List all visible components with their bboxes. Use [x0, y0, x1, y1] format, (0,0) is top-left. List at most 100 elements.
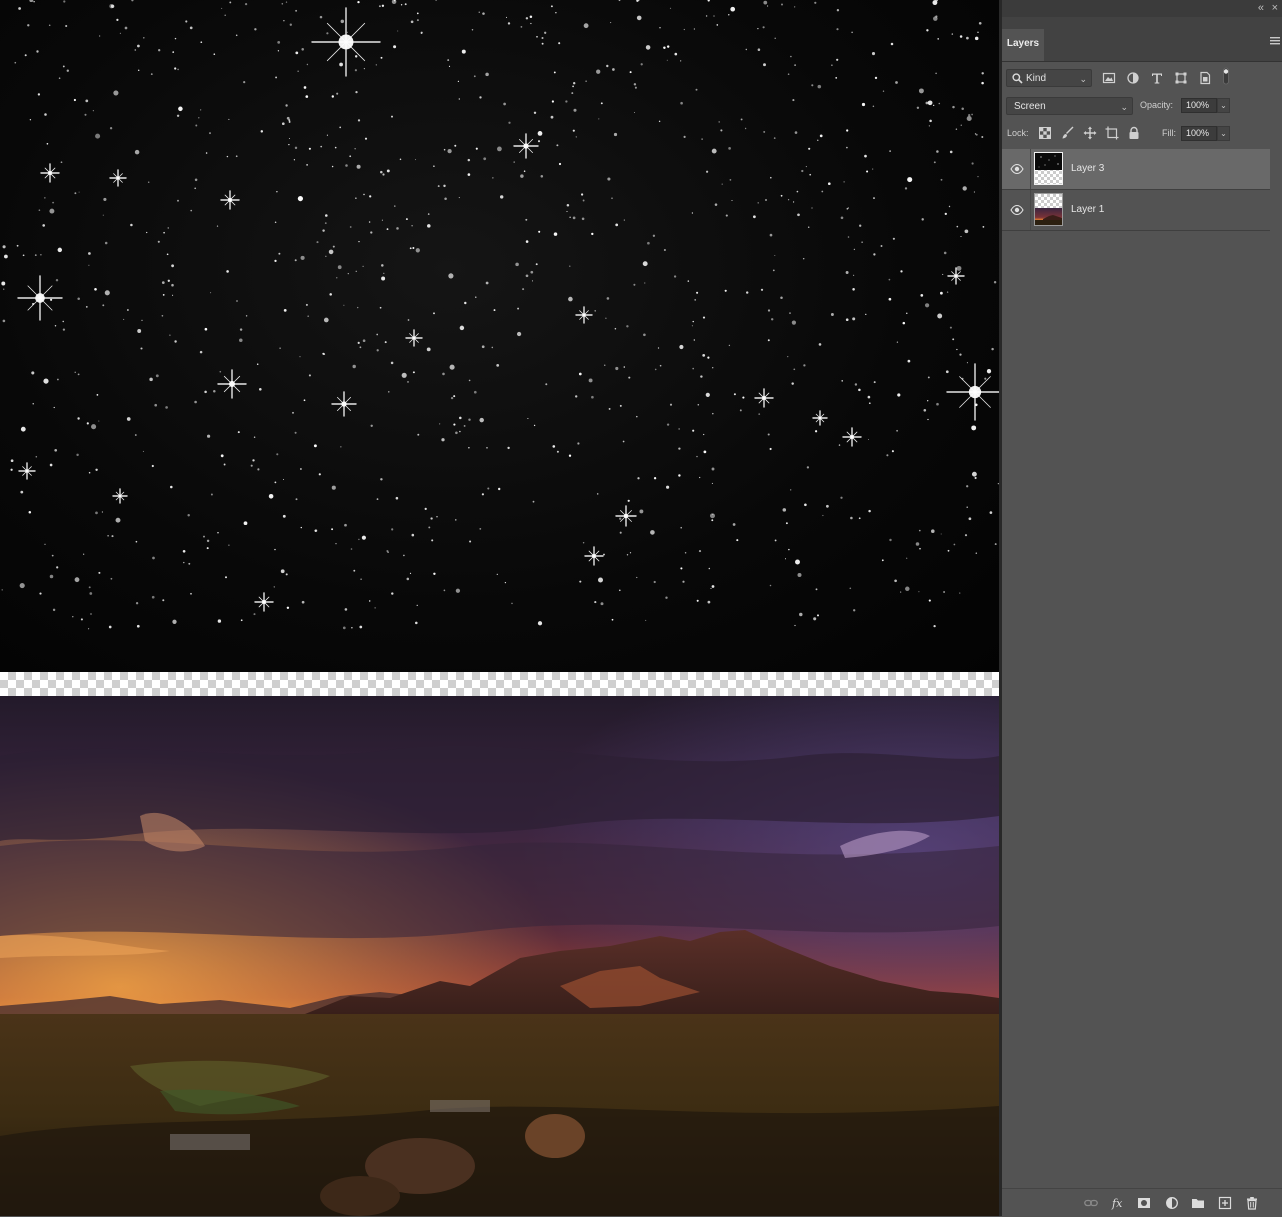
star: [529, 15, 533, 19]
star: [182, 549, 186, 553]
star: [204, 327, 208, 331]
star: [792, 99, 795, 102]
star: [295, 51, 299, 55]
star: [728, 344, 731, 347]
star: [861, 241, 863, 243]
star: [836, 9, 840, 12]
layer-row-layer-1[interactable]: Layer 1: [1002, 190, 1270, 231]
smart-object-filter-icon[interactable]: [1198, 71, 1212, 85]
star: [166, 253, 169, 256]
star: [274, 259, 277, 263]
star: [580, 193, 584, 196]
layer-row-layer-3[interactable]: Layer 3: [1002, 149, 1270, 190]
star: [285, 573, 288, 576]
star: [569, 265, 571, 267]
star: [873, 381, 876, 384]
star: [711, 148, 717, 154]
star: [859, 224, 862, 227]
eye-icon[interactable]: [1010, 163, 1024, 175]
delete-layer-icon[interactable]: [1245, 1196, 1259, 1210]
type-layer-filter-icon[interactable]: [1150, 71, 1164, 85]
star: [189, 26, 193, 30]
star: [66, 69, 69, 72]
star: [791, 382, 794, 385]
lock-all-icon[interactable]: [1127, 126, 1141, 140]
star: [971, 113, 973, 116]
star: [382, 173, 385, 176]
star: [692, 429, 695, 432]
star: [608, 407, 611, 410]
layer-name[interactable]: Layer 1: [1071, 204, 1104, 215]
star: [989, 511, 993, 514]
add-layer-style-icon[interactable]: fx: [1111, 1196, 1125, 1210]
shape-layer-filter-icon[interactable]: [1174, 71, 1188, 85]
star: [306, 63, 309, 66]
star: [362, 339, 366, 343]
star: [172, 294, 174, 296]
star: [868, 402, 871, 405]
link-layers-icon[interactable]: [1084, 1196, 1098, 1210]
adjustment-layer-filter-icon[interactable]: [1126, 71, 1140, 85]
lock-transparent-pixels-icon[interactable]: [1038, 126, 1052, 140]
new-adjustment-layer-icon[interactable]: [1165, 1196, 1179, 1210]
tab-layers[interactable]: Layers: [1002, 29, 1044, 61]
star: [907, 177, 913, 183]
star: [978, 21, 982, 25]
blend-mode-dropdown[interactable]: Screen ⌄: [1006, 97, 1133, 115]
star: [424, 507, 427, 511]
lock-position-icon[interactable]: [1083, 126, 1097, 140]
star: [203, 535, 205, 538]
star: [598, 577, 603, 583]
close-icon[interactable]: ×: [1272, 2, 1278, 14]
eye-icon[interactable]: [1010, 204, 1024, 216]
fill-input[interactable]: 100%: [1181, 126, 1217, 141]
star: [821, 190, 824, 193]
star: [328, 249, 334, 255]
star: [453, 395, 456, 398]
star: [551, 100, 555, 103]
new-group-icon[interactable]: [1191, 1196, 1205, 1210]
document-canvas[interactable]: [0, 0, 999, 1216]
layer-thumbnail-starfield[interactable]: [1034, 152, 1063, 185]
star: [415, 621, 418, 625]
star: [691, 325, 693, 327]
sparkle-star: [575, 306, 593, 324]
add-mask-icon[interactable]: [1137, 1196, 1151, 1210]
star: [57, 378, 59, 381]
star: [785, 522, 788, 525]
opacity-input[interactable]: 100%: [1181, 98, 1217, 113]
star: [161, 314, 164, 317]
collapse-panels-icon[interactable]: «: [1258, 2, 1264, 14]
star: [96, 394, 99, 396]
opacity-slider-toggle[interactable]: ⌄: [1217, 98, 1230, 113]
star: [640, 63, 643, 66]
layer-thumbnail-landscape[interactable]: [1034, 193, 1063, 226]
star: [565, 100, 568, 103]
pixel-layer-filter-icon[interactable]: [1102, 71, 1116, 85]
star: [303, 399, 306, 402]
star: [450, 396, 454, 400]
star: [525, 17, 529, 20]
star: [469, 540, 472, 543]
star: [906, 557, 908, 559]
star: [530, 270, 534, 274]
prevent-autonest-icon[interactable]: [1105, 126, 1119, 140]
filter-toggle-icon[interactable]: [1221, 67, 1231, 85]
star: [396, 227, 399, 230]
new-layer-icon[interactable]: [1218, 1196, 1232, 1210]
star: [455, 431, 458, 435]
star: [591, 232, 594, 236]
star: [363, 193, 365, 196]
layer-name[interactable]: Layer 3: [1071, 163, 1104, 174]
star: [678, 447, 681, 450]
panel-menu-icon[interactable]: [1270, 37, 1280, 45]
star: [533, 424, 536, 427]
star: [243, 521, 248, 526]
star: [769, 447, 772, 451]
fill-slider-toggle[interactable]: ⌄: [1217, 126, 1230, 141]
star: [441, 438, 445, 442]
filter-kind-dropdown[interactable]: Kind ⌄: [1006, 69, 1092, 87]
lock-image-pixels-icon[interactable]: [1061, 126, 1075, 140]
star: [236, 300, 238, 302]
star: [769, 584, 772, 587]
